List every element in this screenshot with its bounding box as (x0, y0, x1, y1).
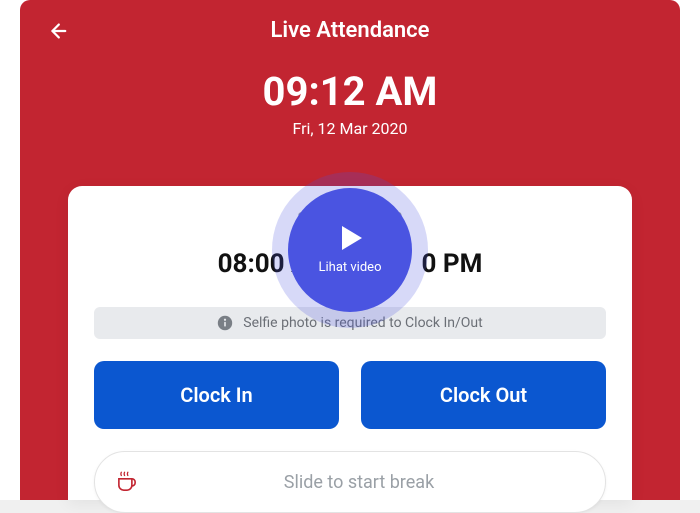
video-cta-label: Lihat video (319, 260, 382, 275)
slider-handle[interactable] (103, 458, 151, 506)
watch-video-button[interactable]: Lihat video (288, 188, 412, 312)
clock-buttons-row: Clock In Clock Out (94, 361, 606, 429)
info-circle-icon (217, 315, 233, 331)
top-bar: Live Attendance (20, 0, 680, 60)
notice-text: Selfie photo is required to Clock In/Out (243, 315, 482, 331)
start-break-slider[interactable]: Slide to start break (94, 451, 606, 513)
page-title: Live Attendance (270, 18, 429, 43)
coffee-cup-icon (114, 470, 140, 494)
current-time: 09:12 AM (20, 68, 680, 115)
shift-end: 0 PM (421, 249, 482, 279)
back-arrow-icon[interactable] (46, 20, 68, 42)
app-frame: Live Attendance 09:12 AM Fri, 12 Mar 202… (0, 0, 700, 500)
live-clock: 09:12 AM Fri, 12 Mar 2020 (20, 68, 680, 138)
play-icon (342, 226, 362, 250)
current-date: Fri, 12 Mar 2020 (20, 119, 680, 138)
slider-label: Slide to start break (151, 472, 597, 493)
clock-in-button[interactable]: Clock In (94, 361, 339, 429)
clock-out-button[interactable]: Clock Out (361, 361, 606, 429)
